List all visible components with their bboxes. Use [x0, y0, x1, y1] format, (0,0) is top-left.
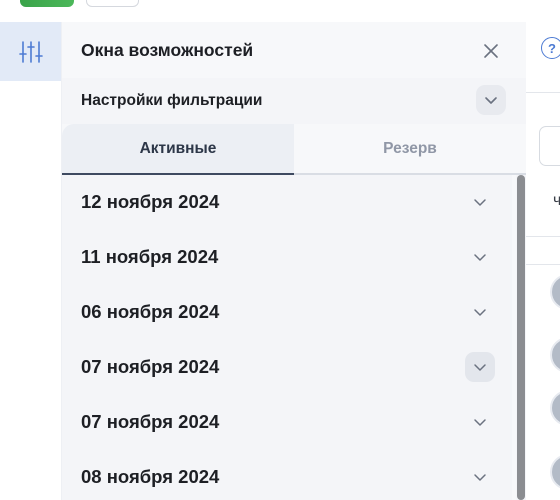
close-icon [484, 44, 498, 58]
filter-settings-row[interactable]: Настройки фильтрации [62, 78, 526, 124]
list-item-toggle[interactable] [465, 242, 495, 272]
tab-active[interactable]: Активные [62, 124, 294, 175]
list-item[interactable]: 12 ноября 2024 [62, 175, 512, 230]
primary-action-button[interactable] [20, 0, 74, 7]
partial-text: ч [553, 192, 560, 209]
list-item-date: 07 ноября 2024 [81, 411, 220, 432]
list-item[interactable]: 11 ноября 2024 [62, 230, 512, 285]
close-button[interactable] [478, 38, 504, 64]
help-icon[interactable]: ? [541, 37, 560, 59]
chevron-down-icon [474, 364, 486, 371]
partial-input[interactable] [539, 126, 560, 166]
tab-reserve[interactable]: Резерв [294, 124, 526, 175]
panel-title: Окна возможностей [81, 40, 254, 60]
list-item-toggle[interactable] [465, 407, 495, 437]
chevron-down-icon [474, 474, 486, 481]
sliders-icon [18, 40, 43, 63]
opportunity-windows-panel: Окна возможностей Настройки фильтрации А… [62, 22, 526, 500]
divider [526, 92, 560, 93]
divider [526, 236, 560, 237]
chevron-down-icon [474, 419, 486, 426]
chevron-down-icon [474, 309, 486, 316]
secondary-action-button[interactable] [86, 0, 139, 7]
list-item-date: 06 ноября 2024 [81, 301, 220, 322]
list-item-toggle[interactable] [465, 352, 495, 382]
list-item-date: 11 ноября 2024 [81, 246, 219, 267]
list-item[interactable]: 07 ноября 2024 [62, 395, 512, 450]
scrollbar-thumb[interactable] [517, 175, 525, 500]
chevron-down-icon [474, 254, 486, 261]
avatar[interactable] [550, 454, 560, 490]
list-item-date: 07 ноября 2024 [81, 356, 220, 377]
left-rail [0, 22, 62, 500]
avatar[interactable] [550, 337, 560, 373]
date-list: 12 ноября 2024 11 ноября 2024 06 ноября … [62, 175, 512, 500]
avatar[interactable] [550, 390, 560, 426]
list-item-toggle[interactable] [465, 462, 495, 492]
list-item-date: 08 ноября 2024 [81, 466, 220, 487]
tabs: Активные Резерв [62, 124, 526, 175]
list-item-toggle[interactable] [465, 187, 495, 217]
list-item[interactable]: 08 ноября 2024 [62, 450, 512, 500]
top-toolbar [0, 0, 560, 22]
panel-header: Окна возможностей [62, 22, 526, 78]
list-item-date: 12 ноября 2024 [81, 191, 220, 212]
chevron-down-icon [474, 199, 486, 206]
list-item[interactable]: 06 ноября 2024 [62, 285, 512, 340]
list-scrollbar[interactable] [516, 175, 526, 500]
avatar[interactable] [550, 274, 560, 310]
filter-settings-toggle[interactable] [476, 85, 506, 115]
list-item-toggle[interactable] [465, 297, 495, 327]
right-partial-area: ? ч [526, 22, 560, 500]
filter-rail-button[interactable] [0, 22, 61, 81]
filter-settings-label: Настройки фильтрации [81, 92, 263, 109]
chevron-down-icon [485, 97, 497, 104]
divider [526, 264, 560, 265]
list-item[interactable]: 07 ноября 2024 [62, 340, 512, 395]
